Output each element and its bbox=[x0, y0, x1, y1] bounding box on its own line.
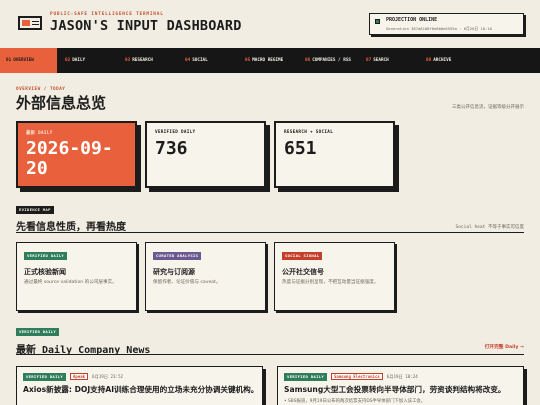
card-tag: SOCIAL SIGNAL bbox=[282, 252, 323, 260]
card-description: 保留作者、论证价值与 caveat。 bbox=[153, 280, 221, 285]
status-meta: Generation 387a8108f0e8b8e6555a · 6月20日 … bbox=[386, 26, 492, 31]
nav-tab-label: MACRO REGIME bbox=[252, 58, 284, 63]
nav-tab-label: RESEARCH bbox=[132, 58, 153, 63]
nav-tab-number: 08 bbox=[426, 58, 432, 63]
overview-note: 三类公开信息流，证据等级分开展示 bbox=[452, 105, 524, 110]
page-title: 外部信息总览 bbox=[16, 94, 107, 112]
news-meta: VERIFIED DAILY Apeak 6月19日 23:52 bbox=[23, 373, 123, 381]
nav-tab-label: SOCIAL bbox=[192, 58, 208, 63]
nav-tab-research[interactable]: 03 RESEARCH bbox=[119, 48, 179, 73]
daily-section-tag: VERIFIED DAILY bbox=[16, 328, 59, 336]
evidence-note: Social heat 不等于事实可信度 bbox=[455, 225, 524, 230]
news-card[interactable]: VERIFIED DAILY Apeak 6月19日 23:52 Axios新披露:… bbox=[16, 366, 263, 405]
evidence-map-tag: EVIDENCE MAP bbox=[16, 206, 54, 214]
card-tag: VERIFIED DAILY bbox=[24, 252, 67, 260]
evidence-card-social[interactable]: SOCIAL SIGNAL 公开社交信号 热度与证据分别呈现，不把互动量当证据强… bbox=[274, 242, 395, 311]
stat-research-social: RESEARCH + SOCIAL 651 bbox=[274, 121, 395, 188]
nav-tab-number: 03 bbox=[125, 58, 131, 63]
news-time: 6月19日 23:52 bbox=[92, 374, 124, 379]
card-description: 热度与证据分别呈现，不把互动量当证据强度。 bbox=[282, 280, 379, 285]
stat-latest-daily: 最新 DAILY 2026-09-20 bbox=[16, 121, 137, 188]
stat-verified-daily: VERIFIED DAILY 736 bbox=[145, 121, 266, 188]
nav-tab-label: ARCHIVE bbox=[433, 58, 452, 63]
card-tag: CURATED ANALYSIS bbox=[153, 252, 202, 260]
section-divider bbox=[16, 232, 524, 233]
nav-tab-daily[interactable]: 02 DAILY bbox=[59, 48, 119, 73]
news-card[interactable]: VERIFIED DAILY Samsung Electronics 6月19日 1… bbox=[277, 366, 524, 405]
stat-label: 最新 DAILY bbox=[26, 131, 53, 136]
status-dot-icon bbox=[375, 19, 380, 24]
status-title: PROJECTION ONLINE bbox=[386, 17, 438, 23]
section-divider bbox=[16, 354, 524, 355]
news-headline[interactable]: Samsung大型工会投票转向半导体部门，劳资谈判结构将改变。 bbox=[284, 385, 522, 395]
nav-tab-archive[interactable]: 08 ARCHIVE bbox=[420, 48, 480, 73]
card-title: 正式核验新闻 bbox=[24, 268, 66, 276]
stat-value: 736 bbox=[155, 138, 188, 159]
nav-tab-number: 06 bbox=[305, 58, 311, 63]
card-title: 研究与订阅源 bbox=[153, 268, 195, 276]
news-source-badge[interactable]: Apeak bbox=[70, 373, 89, 380]
site-title: JASON'S INPUT DASHBOARD bbox=[50, 18, 242, 34]
open-daily-link[interactable]: 打开完整 Daily → bbox=[485, 344, 524, 350]
news-headline[interactable]: Axios新披露: DOJ支持AI训练合理使用的立场未充分协调关键机构。 bbox=[23, 385, 261, 395]
evidence-card-verified[interactable]: VERIFIED DAILY 正式核验新闻 通过最终 source valida… bbox=[16, 242, 137, 311]
header: PUBLIC-SAFE INTELLIGENCE TERMINAL JASON'… bbox=[0, 0, 540, 47]
news-tag: VERIFIED DAILY bbox=[23, 373, 66, 381]
stat-value: 651 bbox=[284, 138, 317, 159]
main-nav: 01 OVERVIEW 02 DAILY 03 RESEARCH 04 SOCIAL 0… bbox=[0, 48, 540, 73]
news-summary: • SBS报道，9月19日公布的两次结票支持DS半导体部门下加入该工会。 bbox=[284, 399, 426, 404]
news-meta: VERIFIED DAILY Samsung Electronics 6月19日 1… bbox=[284, 373, 418, 381]
nav-tab-number: 02 bbox=[65, 58, 71, 63]
nav-tab-label: COMPANIES / RSS bbox=[312, 58, 351, 63]
nav-tab-number: 05 bbox=[245, 58, 251, 63]
card-title: 公开社交信号 bbox=[282, 268, 324, 276]
stat-value: 2026-09-20 bbox=[26, 138, 113, 179]
nav-tab-label: DAILY bbox=[72, 58, 86, 63]
nav-tab-label: SEARCH bbox=[373, 58, 389, 63]
nav-tab-search[interactable]: 07 SEARCH bbox=[360, 48, 420, 73]
news-tag: VERIFIED DAILY bbox=[284, 373, 327, 381]
nav-tab-number: 07 bbox=[366, 58, 372, 63]
news-time: 6月19日 18:24 bbox=[386, 374, 418, 379]
nav-tab-number: 04 bbox=[185, 58, 191, 63]
nav-tab-label: OVERVIEW bbox=[13, 58, 34, 63]
news-source-badge[interactable]: Samsung Electronics bbox=[331, 373, 383, 380]
evidence-title: 先看信息性质，再看热度 bbox=[16, 222, 126, 233]
nav-tab-number: 01 bbox=[6, 58, 12, 63]
header-eyebrow: PUBLIC-SAFE INTELLIGENCE TERMINAL bbox=[50, 12, 164, 17]
nav-tab-macro-regime[interactable]: 05 MACRO REGIME bbox=[239, 48, 299, 73]
nav-tab-companies-rss[interactable]: 06 COMPANIES / RSS bbox=[299, 48, 360, 73]
nav-tab-social[interactable]: 04 SOCIAL bbox=[179, 48, 239, 73]
projection-status: PROJECTION ONLINE Generation 387a8108f0e… bbox=[369, 13, 524, 35]
stat-label: VERIFIED DAILY bbox=[155, 130, 196, 135]
card-description: 通过最终 source validation 的公司层事实。 bbox=[24, 280, 117, 285]
nav-tab-overview[interactable]: 01 OVERVIEW bbox=[0, 48, 58, 73]
evidence-card-curated[interactable]: CURATED ANALYSIS 研究与订阅源 保留作者、论证价值与 cavea… bbox=[145, 242, 266, 311]
stat-label: RESEARCH + SOCIAL bbox=[284, 130, 334, 135]
terminal-logo-icon bbox=[18, 16, 42, 30]
